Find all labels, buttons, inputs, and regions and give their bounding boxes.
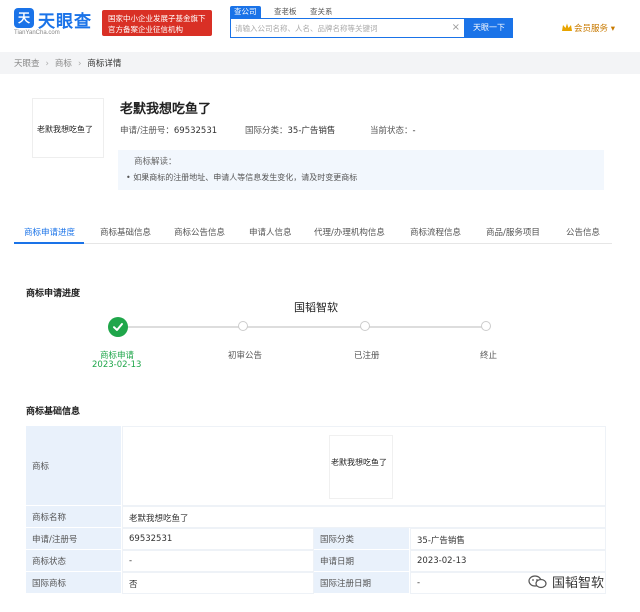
step-dot-icon xyxy=(238,321,248,331)
apply-date-value: 2023-02-13 xyxy=(417,556,467,566)
table-cell-value: 35-广告销售 xyxy=(410,528,606,550)
search-tab-relation[interactable]: 查关系 xyxy=(306,6,337,18)
search-input[interactable] xyxy=(235,21,447,35)
tab-process-info[interactable]: 商标流程信息 xyxy=(410,226,461,238)
tab-goods-services[interactable]: 商品/服务项目 xyxy=(486,226,540,238)
apply-date-label: 申请日期 xyxy=(320,557,355,567)
breadcrumb-home[interactable]: 天眼查 xyxy=(14,59,40,69)
tab-public-notice[interactable]: 公告信息 xyxy=(566,226,600,238)
site-logo-domain: TianYanCha.com xyxy=(14,30,60,36)
breadcrumb-trademark[interactable]: 商标 xyxy=(55,59,72,69)
meta-status: 当前状态：- xyxy=(370,124,416,136)
top-header: 天 天眼查 TianYanCha.com 国家中小企业发展子基金旗下 官方备案企… xyxy=(0,0,640,48)
meta-reg-no: 申请/注册号：69532531 xyxy=(120,124,217,136)
vip-service-link[interactable]: 会员服务 ▾ xyxy=(562,22,615,34)
table-cell-value: 否 xyxy=(122,572,314,594)
meta-reg-no-value: 69532531 xyxy=(173,126,218,136)
table-cell-label: 商标名称 xyxy=(26,506,122,528)
tab-basic-info[interactable]: 商标基础信息 xyxy=(100,226,151,238)
table-cell-value: 老默我想吃鱼了 xyxy=(122,426,606,506)
meta-intl-class: 国际分类：35-广告销售 xyxy=(245,124,335,136)
search-button[interactable]: 天眼一下 xyxy=(465,18,513,38)
tab-applicant-info[interactable]: 申请人信息 xyxy=(249,226,292,238)
intl-class-value: 35-广告销售 xyxy=(417,536,465,546)
table-cell-label: 国际注册日期 xyxy=(314,572,410,594)
tab-agency-info[interactable]: 代理/办理机构信息 xyxy=(314,226,385,238)
chevron-down-icon: ▾ xyxy=(610,24,615,34)
meta-status-value: - xyxy=(412,126,416,136)
corner-watermark-text: 国韬智软 xyxy=(552,576,605,591)
name-value: 老默我想吃鱼了 xyxy=(129,514,189,524)
step-label-terminated: 终止 xyxy=(480,351,498,361)
table-cell-label: 商标状态 xyxy=(26,550,122,572)
trademark-image-text: 老默我想吃鱼了 xyxy=(37,125,93,134)
table-cell-value: 69532531 xyxy=(122,528,314,550)
tab-announcement-info[interactable]: 商标公告信息 xyxy=(174,226,225,238)
step-dot-icon xyxy=(481,321,491,331)
clear-icon[interactable]: × xyxy=(452,21,460,35)
notice-title: 商标解读： xyxy=(134,157,177,167)
intl-reg-date-label: 国际注册日期 xyxy=(320,579,372,589)
breadcrumb: 天眼查 › 商标 › 商标详情 xyxy=(14,57,121,69)
tab-application-progress[interactable]: 商标申请进度 xyxy=(24,226,75,238)
trademark-title: 老默我想吃鱼了 xyxy=(120,102,212,117)
trademark-image[interactable]: 老默我想吃鱼了 xyxy=(32,98,104,158)
reg-no-label: 申请/注册号 xyxy=(32,535,78,545)
basic-info-section-title: 商标基础信息 xyxy=(26,407,81,417)
logo-badge-icon[interactable]: 天 xyxy=(14,8,34,28)
status-label: 商标状态 xyxy=(32,557,67,567)
reg-no-value: 69532531 xyxy=(129,534,173,544)
status-value: - xyxy=(129,556,133,566)
table-cell-value: 2023-02-13 xyxy=(410,550,606,572)
site-logo[interactable]: 天眼查 xyxy=(38,7,92,32)
trademark-thumbnail-text: 老默我想吃鱼了 xyxy=(331,458,387,467)
intl-class-label: 国际分类 xyxy=(320,535,355,545)
intl-reg-date-value: - xyxy=(417,578,421,588)
step-label-preliminary: 初审公告 xyxy=(228,351,263,361)
corner-watermark: 国韬智软 xyxy=(528,572,604,591)
table-cell-value: 老默我想吃鱼了 xyxy=(122,506,606,528)
table-cell-label: 申请/注册号 xyxy=(26,528,122,550)
wechat-icon xyxy=(528,575,547,589)
name-label: 商标名称 xyxy=(32,513,67,523)
search-tab-company[interactable]: 查公司 xyxy=(230,6,261,18)
search-box: × xyxy=(230,18,465,38)
meta-status-label: 当前状态： xyxy=(370,126,413,136)
vip-service-label: 会员服务 xyxy=(574,24,609,34)
breadcrumb-current: 商标详情 xyxy=(87,59,122,69)
progress-track xyxy=(118,326,488,328)
table-cell-value: - xyxy=(122,550,314,572)
step-dot-icon xyxy=(360,321,370,331)
table-cell-label: 商标 xyxy=(26,426,122,506)
trademark-label: 商标 xyxy=(32,462,50,472)
center-watermark: 国韬智软 xyxy=(294,301,338,314)
detail-tabs: 商标申请进度 商标基础信息 商标公告信息 申请人信息 代理/办理机构信息 商标流… xyxy=(14,220,612,244)
table-cell-label: 国际商标 xyxy=(26,572,122,594)
promo-banner[interactable]: 国家中小企业发展子基金旗下 官方备案企业征信机构 xyxy=(102,10,212,36)
crown-icon xyxy=(562,23,572,31)
notice-item: • 如果商标的注册地址、申请人等信息发生变化，请及时变更商标 xyxy=(126,173,358,182)
step-date-apply: 2023-02-13 xyxy=(92,360,142,370)
intl-tm-label: 国际商标 xyxy=(32,579,67,589)
promo-line-1: 国家中小企业发展子基金旗下 xyxy=(108,14,206,23)
table-cell-label: 申请日期 xyxy=(314,550,410,572)
promo-line-2: 官方备案企业征信机构 xyxy=(108,25,183,34)
step-done-check-icon xyxy=(108,317,128,337)
breadcrumb-separator-icon: › xyxy=(77,59,82,69)
intl-tm-value: 否 xyxy=(129,580,138,590)
breadcrumb-bar: 天眼查 › 商标 › 商标详情 xyxy=(0,52,640,74)
search-tab-boss[interactable]: 查老板 xyxy=(270,6,301,18)
active-tab-indicator xyxy=(14,242,84,244)
trademark-notice: 商标解读： • 如果商标的注册地址、申请人等信息发生变化，请及时变更商标 xyxy=(118,150,604,190)
meta-reg-no-label: 申请/注册号： xyxy=(120,126,174,136)
progress-section-title: 商标申请进度 xyxy=(26,289,81,299)
meta-intl-class-value: 35-广告销售 xyxy=(287,126,336,136)
step-label-registered: 已注册 xyxy=(354,351,380,361)
meta-intl-class-label: 国际分类： xyxy=(245,126,288,136)
table-cell-label: 国际分类 xyxy=(314,528,410,550)
breadcrumb-separator-icon: › xyxy=(45,59,49,69)
